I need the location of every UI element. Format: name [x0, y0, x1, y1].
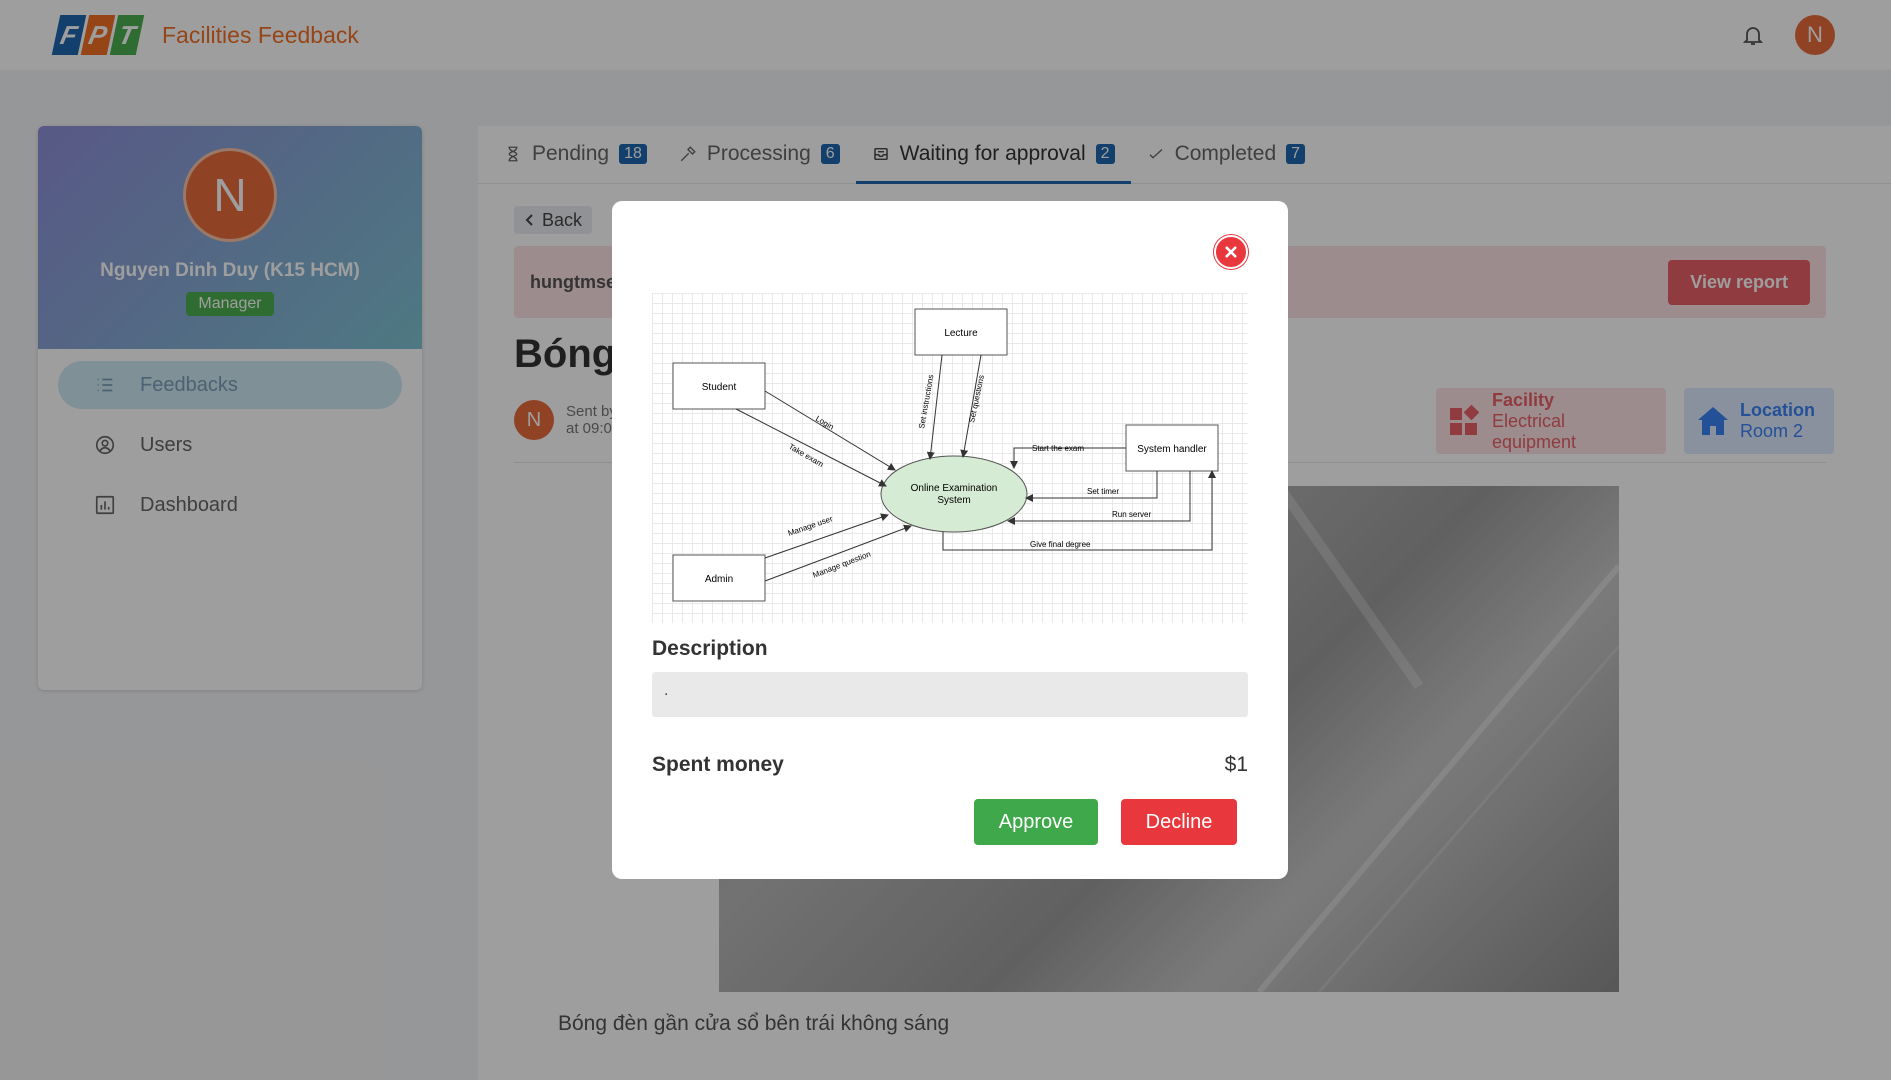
edge-set-instructions — [926, 354, 943, 460]
close-icon — [1225, 246, 1237, 258]
edge-login-label: Login — [814, 414, 835, 432]
node-center-label-1: Online Examination — [911, 483, 998, 494]
node-system-handler-label: System handler — [1137, 444, 1207, 455]
node-admin-label: Admin — [705, 574, 733, 585]
description-field: . — [652, 672, 1248, 717]
edge-manage-question-label: Manage question — [811, 549, 872, 579]
decline-button[interactable]: Decline — [1121, 799, 1237, 845]
approve-button[interactable]: Approve — [974, 799, 1098, 845]
node-online-exam-system — [880, 455, 1028, 533]
node-student-label: Student — [702, 382, 737, 393]
edge-take-exam — [735, 408, 887, 487]
data-flow-diagram: Lecture Student System handler Admin Onl… — [672, 308, 1219, 602]
spent-money-value: $1 — [1224, 753, 1248, 776]
edge-give-final-degree-label: Give final degree — [1030, 540, 1091, 549]
report-image[interactable]: Lecture Student System handler Admin Onl… — [652, 293, 1248, 623]
edge-run-server-label: Run server — [1112, 510, 1151, 519]
edge-take-exam-label: Take exam — [787, 442, 825, 469]
edge-set-instructions-label: Set instructions — [917, 374, 935, 429]
spent-money-label: Spent money — [652, 753, 784, 776]
node-center-label-2: System — [937, 495, 970, 506]
approval-modal: Lecture Student System handler Admin Onl… — [612, 201, 1288, 879]
close-button[interactable] — [1214, 235, 1248, 269]
node-lecture-label: Lecture — [944, 328, 978, 339]
description-label: Description — [652, 637, 768, 660]
edge-start-exam-label: Start the exam — [1032, 444, 1084, 453]
edge-set-questions-label: Set questions — [967, 374, 986, 423]
edge-manage-user-label: Manage user — [787, 514, 834, 538]
edge-manage-question — [764, 524, 912, 582]
edge-set-timer-label: Set timer — [1087, 487, 1119, 496]
edge-run-server — [1007, 471, 1191, 525]
